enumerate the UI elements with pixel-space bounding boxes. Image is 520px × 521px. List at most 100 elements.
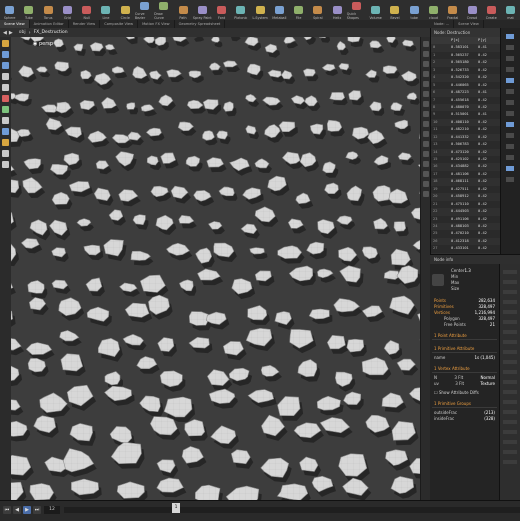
table-row[interactable]: 50.4460650.42 xyxy=(431,82,501,89)
back-icon[interactable]: ◀ xyxy=(3,30,7,36)
play-icon[interactable]: ▶ xyxy=(23,506,31,514)
table-row[interactable]: 130.5067830.42 xyxy=(431,141,501,148)
table-row[interactable]: 220.4445030.42 xyxy=(431,208,501,215)
shelf-tool-20[interactable]: Bevel xyxy=(385,0,404,20)
shelf-tool-24[interactable]: Crowd xyxy=(462,0,481,20)
spreadsheet-side-3-icon[interactable] xyxy=(506,67,514,72)
table-row[interactable]: 80.4800700.42 xyxy=(431,104,501,111)
spreadsheet-side-9-icon[interactable] xyxy=(506,133,514,138)
table-row[interactable]: 10.5652370.42 xyxy=(431,52,501,59)
shelf-tool-1[interactable]: Tube xyxy=(19,0,38,20)
spreadsheet-side-4-icon[interactable] xyxy=(506,78,514,83)
param-strip-item[interactable] xyxy=(503,450,517,454)
shelf-tool-26[interactable]: mat xyxy=(501,0,520,20)
vertex-attributes-section[interactable]: 1 Vertex Attribute xyxy=(432,365,497,373)
spreadsheet-side-13-icon[interactable] xyxy=(506,177,514,182)
param-strip-item[interactable] xyxy=(503,420,517,424)
viewport-tool-1-icon[interactable] xyxy=(2,51,9,58)
spreadsheet-side-10-icon[interactable] xyxy=(506,144,514,149)
display-option-3-icon[interactable] xyxy=(423,71,429,77)
tab-1[interactable]: Animation Editor xyxy=(30,20,69,28)
viewport-tool-8-icon[interactable] xyxy=(2,128,9,135)
param-strip-item[interactable] xyxy=(503,460,517,464)
table-row[interactable]: 90.5150010.41 xyxy=(431,111,501,118)
viewport-tool-5-icon[interactable] xyxy=(2,95,9,102)
display-option-11-icon[interactable] xyxy=(423,151,429,157)
spreadsheet-side-12-icon[interactable] xyxy=(506,166,514,171)
param-strip-item[interactable] xyxy=(503,430,517,434)
table-row[interactable]: 40.5423200.42 xyxy=(431,74,501,81)
column-header[interactable]: P[x] xyxy=(451,37,478,44)
table-row[interactable]: 180.4681110.42 xyxy=(431,178,501,185)
primitive-groups-section[interactable]: 1 Primitive Groups xyxy=(432,400,497,408)
step-back-icon[interactable]: ◀ xyxy=(13,506,21,514)
param-strip-item[interactable] xyxy=(503,280,517,284)
viewport-tool-11-icon[interactable] xyxy=(2,161,9,168)
table-row[interactable]: 110.4822100.42 xyxy=(431,126,501,133)
shelf-tool-25[interactable]: Create xyxy=(482,0,501,20)
tab-right-1[interactable]: Scene View xyxy=(454,20,484,28)
display-option-6-icon[interactable] xyxy=(423,101,429,107)
jump-end-icon[interactable]: ⏭ xyxy=(33,506,41,514)
tab-0[interactable]: Scene View xyxy=(0,20,30,28)
display-option-14-icon[interactable] xyxy=(423,181,429,187)
param-strip-item[interactable] xyxy=(503,310,517,314)
table-row[interactable]: 70.4556180.42 xyxy=(431,97,501,104)
table-row[interactable]: 00.5831010.41 xyxy=(431,44,501,51)
tab-4[interactable]: Motion FX View xyxy=(138,20,175,28)
point-attributes-section[interactable]: 1 Point Attribute xyxy=(432,332,497,340)
show-diffs-checkbox[interactable]: ☐ Show Attribute Diffs xyxy=(434,390,479,395)
table-row[interactable]: 270.4331010.42 xyxy=(431,245,501,252)
display-option-5-icon[interactable] xyxy=(423,91,429,97)
shelf-tool-2[interactable]: Torus xyxy=(39,0,58,20)
display-option-10-icon[interactable] xyxy=(423,141,429,147)
timeline-track[interactable] xyxy=(64,507,520,513)
spreadsheet-side-11-icon[interactable] xyxy=(506,155,514,160)
display-option-7-icon[interactable] xyxy=(423,111,429,117)
param-strip-item[interactable] xyxy=(503,410,517,414)
shelf-tool-4[interactable]: Null xyxy=(77,0,96,20)
param-strip-item[interactable] xyxy=(503,390,517,394)
table-row[interactable]: 160.4348820.42 xyxy=(431,163,501,170)
table-row[interactable]: 250.4702100.42 xyxy=(431,230,501,237)
viewport-tool-9-icon[interactable] xyxy=(2,139,9,146)
table-row[interactable]: 210.4751100.42 xyxy=(431,201,501,208)
param-strip-item[interactable] xyxy=(503,340,517,344)
table-row[interactable]: 140.4731200.42 xyxy=(431,149,501,156)
shelf-tool-15[interactable]: File xyxy=(289,0,308,20)
display-option-13-icon[interactable] xyxy=(423,171,429,177)
viewport-tool-10-icon[interactable] xyxy=(2,150,9,157)
table-row[interactable]: 230.4911060.42 xyxy=(431,216,501,223)
viewport-tool-4-icon[interactable] xyxy=(2,84,9,91)
shelf-tool-22[interactable]: cloud xyxy=(424,0,443,20)
tab-2[interactable]: Render View xyxy=(69,20,100,28)
param-strip-item[interactable] xyxy=(503,270,517,274)
shelf-tool-11[interactable]: Font xyxy=(212,0,231,20)
spreadsheet-side-7-icon[interactable] xyxy=(506,111,514,116)
display-option-12-icon[interactable] xyxy=(423,161,429,167)
param-strip-item[interactable] xyxy=(503,300,517,304)
shelf-tool-3[interactable]: Grid xyxy=(58,0,77,20)
shelf-tool-12[interactable]: Platonic xyxy=(231,0,250,20)
table-row[interactable]: 150.4251020.42 xyxy=(431,156,501,163)
table-row[interactable]: 20.5651800.42 xyxy=(431,59,501,66)
table-row[interactable]: 60.4872230.41 xyxy=(431,89,501,96)
shelf-tool-14[interactable]: Metaball xyxy=(270,0,289,20)
shelf-tool-23[interactable]: Fractal xyxy=(443,0,462,20)
path-node[interactable]: FX_Destruction xyxy=(34,30,68,35)
spreadsheet-side-8-icon[interactable] xyxy=(506,122,514,127)
param-strip-item[interactable] xyxy=(503,320,517,324)
shelf-tool-0[interactable]: Sphere xyxy=(0,0,19,20)
param-strip-item[interactable] xyxy=(503,350,517,354)
table-row[interactable]: 260.4123180.42 xyxy=(431,238,501,245)
table-row[interactable]: 190.4275110.42 xyxy=(431,186,501,193)
shelf-tool-21[interactable]: tube xyxy=(405,0,424,20)
table-row[interactable]: 100.4081100.42 xyxy=(431,119,501,126)
shelf-tool-6[interactable]: Circle xyxy=(116,0,135,20)
shelf-tool-19[interactable]: Volume xyxy=(366,0,385,20)
table-row[interactable]: 240.4881030.42 xyxy=(431,223,501,230)
display-option-0-icon[interactable] xyxy=(423,41,429,47)
frame-field[interactable]: 12 xyxy=(44,506,60,514)
param-strip-item[interactable] xyxy=(503,290,517,294)
param-strip-item[interactable] xyxy=(503,400,517,404)
